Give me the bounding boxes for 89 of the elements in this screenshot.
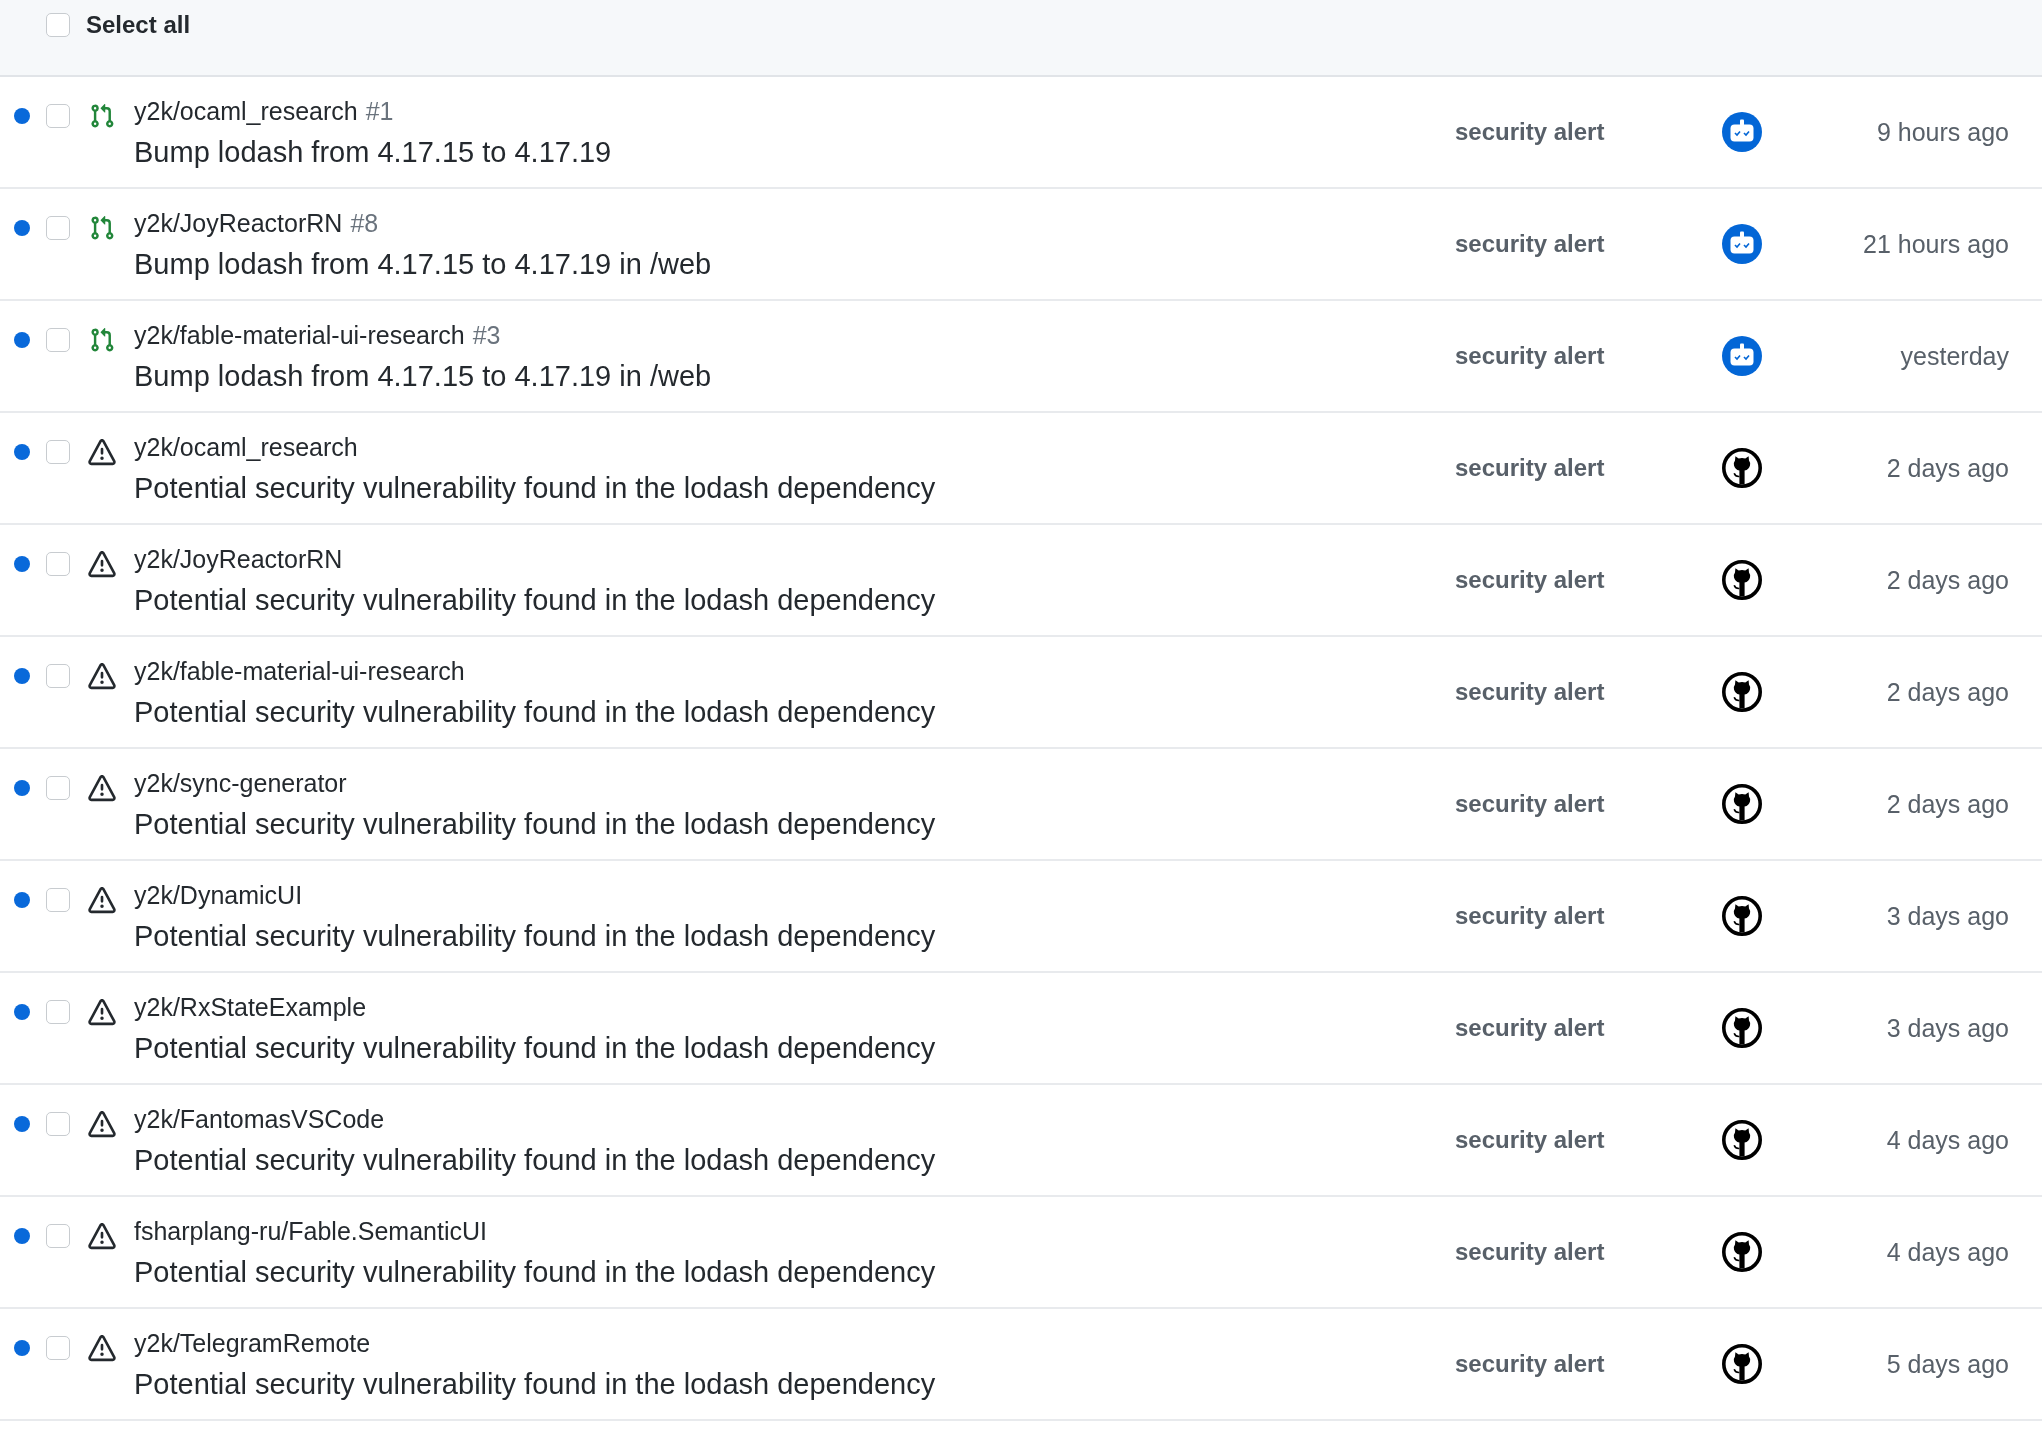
reason-label: security alert: [1455, 341, 1606, 371]
reason-label: security alert: [1455, 1013, 1606, 1043]
reason-label: security alert: [1455, 789, 1606, 819]
repo-name: y2k/DynamicUI: [134, 880, 303, 911]
timestamp: 2 days ago: [1885, 677, 2009, 707]
robot-avatar-icon: [1722, 336, 1762, 376]
reason-label: security alert: [1455, 1349, 1606, 1379]
notification-title[interactable]: Potential security vulnerability found in the lodash dependency: [134, 581, 936, 619]
notification-title[interactable]: Potential security vulnerability found in the lodash dependency: [134, 805, 936, 843]
timestamp: 3 days ago: [1885, 901, 2009, 931]
row-checkbox[interactable]: [46, 1112, 70, 1136]
cat-avatar-icon: [1722, 448, 1762, 488]
row-checkbox[interactable]: [46, 888, 70, 912]
repo-name: y2k/JoyReactorRN: [134, 208, 343, 239]
warning-icon: [88, 1110, 116, 1138]
row-checkbox[interactable]: [46, 1224, 70, 1248]
reason-label: security alert: [1455, 1125, 1606, 1155]
repo-name: fsharplang-ru/Fable.SemanticUI: [134, 1216, 487, 1247]
cat-avatar-icon: [1722, 1232, 1762, 1272]
notification-title[interactable]: Bump lodash from 4.17.15 to 4.17.19 in /web: [134, 357, 712, 395]
notification-title[interactable]: Potential security vulnerability found in the lodash dependency: [134, 1141, 936, 1179]
cat-avatar-icon: [1722, 672, 1762, 712]
warning-icon: [88, 1334, 116, 1362]
warning-icon: [88, 550, 116, 578]
cat-avatar-icon: [1722, 1120, 1762, 1160]
repo-name: y2k/fable-material-ui-research: [134, 656, 465, 687]
timestamp: 21 hours ago: [1862, 229, 2009, 259]
robot-avatar-icon: [1722, 112, 1762, 152]
notification-title[interactable]: Potential security vulnerability found in the lodash dependency: [134, 1253, 936, 1291]
warning-icon: [88, 886, 116, 914]
cat-avatar-icon: [1722, 1008, 1762, 1048]
cat-avatar-icon: [1722, 1344, 1762, 1384]
notification-title[interactable]: Potential security vulnerability found in the lodash dependency: [134, 693, 936, 731]
pull-request-icon: [89, 326, 115, 354]
repo-name: y2k/ocaml_research: [134, 432, 358, 463]
cat-avatar-icon: [1722, 784, 1762, 824]
row-checkbox[interactable]: [46, 1336, 70, 1360]
robot-avatar-icon: [1722, 224, 1762, 264]
repo-name: y2k/FantomasVSCode: [134, 1104, 385, 1135]
pr-number: #1: [365, 96, 394, 127]
timestamp: 3 days ago: [1885, 1013, 2009, 1043]
repo-name: y2k/fable-material-ui-research: [134, 320, 465, 351]
repo-name: y2k/sync-generator: [134, 768, 347, 799]
repo-name: y2k/ocaml_research: [134, 96, 358, 127]
cat-avatar-icon: [1722, 896, 1762, 936]
row-checkbox[interactable]: [46, 552, 70, 576]
pull-request-icon: [89, 102, 115, 130]
timestamp: 2 days ago: [1885, 789, 2009, 819]
select-all-label: Select all: [86, 13, 191, 37]
timestamp: 9 hours ago: [1875, 117, 2009, 147]
repo-name: y2k/RxStateExample: [134, 992, 367, 1023]
repo-name: y2k/JoyReactorRN: [134, 544, 343, 575]
timestamp: 4 days ago: [1885, 1125, 2009, 1155]
pull-request-icon: [89, 214, 115, 242]
notification-title[interactable]: Potential security vulnerability found in the lodash dependency: [134, 1029, 936, 1067]
reason-label: security alert: [1455, 677, 1606, 707]
row-checkbox[interactable]: [46, 776, 70, 800]
timestamp: yesterday: [1899, 341, 2009, 371]
notification-title[interactable]: Bump lodash from 4.17.15 to 4.17.19 in /web: [134, 245, 712, 283]
pr-number: #8: [350, 208, 379, 239]
timestamp: 2 days ago: [1885, 565, 2009, 595]
notification-title[interactable]: Potential security vulnerability found in the lodash dependency: [134, 917, 936, 955]
warning-icon: [88, 1222, 116, 1250]
row-checkbox[interactable]: [46, 216, 70, 240]
reason-label: security alert: [1455, 453, 1606, 483]
repo-name: y2k/TelegramRemote: [134, 1328, 371, 1359]
cat-avatar-icon: [1722, 560, 1762, 600]
timestamp: 5 days ago: [1885, 1349, 2009, 1379]
row-checkbox[interactable]: [46, 1000, 70, 1024]
warning-icon: [88, 774, 116, 802]
reason-label: security alert: [1455, 565, 1606, 595]
notification-title[interactable]: Potential security vulnerability found in the lodash dependency: [134, 469, 936, 507]
timestamp: 4 days ago: [1885, 1237, 2009, 1267]
row-checkbox[interactable]: [46, 440, 70, 464]
warning-icon: [88, 438, 116, 466]
warning-icon: [88, 662, 116, 690]
reason-label: security alert: [1455, 1237, 1606, 1267]
notification-title[interactable]: Bump lodash from 4.17.15 to 4.17.19: [134, 133, 612, 171]
row-checkbox[interactable]: [46, 664, 70, 688]
reason-label: security alert: [1455, 117, 1606, 147]
select-all-checkbox[interactable]: [46, 13, 70, 37]
row-checkbox[interactable]: [46, 328, 70, 352]
reason-label: security alert: [1455, 229, 1606, 259]
row-checkbox[interactable]: [46, 104, 70, 128]
notification-title[interactable]: Potential security vulnerability found in the lodash dependency: [134, 1365, 936, 1403]
reason-label: security alert: [1455, 901, 1606, 931]
pr-number: #3: [472, 320, 501, 351]
warning-icon: [88, 998, 116, 1026]
timestamp: 2 days ago: [1885, 453, 2009, 483]
